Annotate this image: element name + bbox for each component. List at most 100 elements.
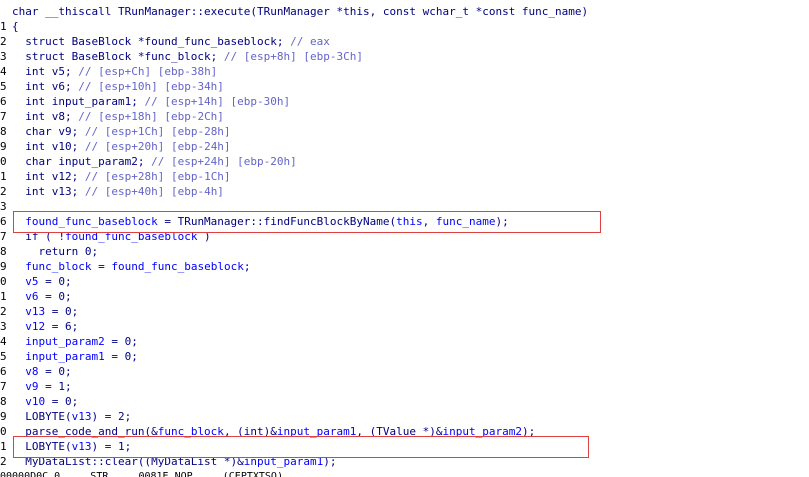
code-token: ); bbox=[495, 215, 509, 228]
line-number: 3 bbox=[0, 200, 7, 213]
code-token: char __thiscall TRunManager::execute(TRu… bbox=[12, 5, 589, 18]
code-identifier[interactable]: func_block bbox=[12, 260, 91, 273]
line-number: 8 bbox=[0, 245, 7, 258]
code-text: return 0; bbox=[12, 244, 98, 259]
pseudocode-view[interactable]: char __thiscall TRunManager::execute(TRu… bbox=[0, 0, 809, 477]
code-token: char input_param2; bbox=[12, 155, 152, 168]
code-identifier[interactable]: found_func_baseblock bbox=[111, 260, 243, 273]
code-token: = bbox=[91, 260, 112, 273]
code-identifier[interactable]: v13 bbox=[12, 305, 45, 318]
line-number: 0 bbox=[0, 155, 7, 168]
line-number: 1 bbox=[0, 290, 7, 303]
code-identifier[interactable]: input_param1 bbox=[12, 350, 104, 363]
code-identifier[interactable]: this bbox=[396, 215, 423, 228]
code-token: ); bbox=[521, 425, 536, 438]
code-identifier[interactable]: v6 bbox=[12, 290, 38, 303]
line-number: 1 bbox=[0, 440, 7, 453]
code-comment: // [esp+28h] [ebp-1Ch] bbox=[84, 170, 231, 183]
code-token: , (int)& bbox=[223, 425, 277, 438]
code-text: v8 = 0; bbox=[12, 364, 72, 379]
code-token: parse_code_and_run(& bbox=[12, 425, 158, 438]
code-token: = 0; bbox=[38, 275, 72, 288]
code-identifier[interactable]: v8 bbox=[12, 365, 38, 378]
code-identifier[interactable]: func_block bbox=[158, 425, 224, 438]
line-number: 6 bbox=[0, 215, 7, 228]
code-text: { bbox=[12, 19, 19, 34]
code-text: v12 = 6; bbox=[12, 319, 78, 334]
code-text: v9 = 1; bbox=[12, 379, 71, 394]
code-token: = 0; bbox=[45, 305, 79, 318]
code-token: = 6; bbox=[45, 320, 79, 333]
code-identifier[interactable]: v12 bbox=[12, 320, 45, 333]
line-number: 0 bbox=[0, 425, 7, 438]
code-comment: // [esp+8h] [ebp-3Ch] bbox=[223, 50, 363, 63]
line-number: 7 bbox=[0, 110, 7, 123]
code-identifier[interactable]: found_func_baseblock bbox=[12, 215, 157, 228]
code-token: = 0; bbox=[38, 290, 72, 303]
line-number: 4 bbox=[0, 65, 7, 78]
code-token: return 0; bbox=[12, 245, 99, 258]
code-text: v13 = 0; bbox=[12, 304, 78, 319]
code-comment: // [esp+40h] [ebp-4h] bbox=[84, 185, 224, 198]
code-comment: // [esp+14h] [ebp-30h] bbox=[144, 95, 291, 108]
line-number: 2 bbox=[0, 185, 7, 198]
code-token: char v9; bbox=[12, 125, 85, 138]
code-text: int v12; // [esp+28h] [ebp-1Ch] bbox=[12, 169, 231, 184]
code-comment: // [esp+24h] [ebp-20h] bbox=[151, 155, 297, 168]
code-text: int v6; // [esp+10h] [ebp-34h] bbox=[12, 79, 224, 94]
code-token: int v13; bbox=[12, 185, 85, 198]
code-token: ; bbox=[243, 260, 251, 273]
code-identifier[interactable]: v5 bbox=[12, 275, 38, 288]
code-identifier[interactable]: found_func_baseblock bbox=[65, 230, 197, 243]
code-token: ) = 2; bbox=[91, 410, 132, 423]
code-token: ) = 1; bbox=[91, 440, 132, 453]
code-text: LOBYTE(v13) = 2; bbox=[12, 409, 131, 424]
code-comment: // [esp+18h] [ebp-2Ch] bbox=[78, 110, 224, 123]
code-token: , bbox=[422, 215, 436, 228]
code-identifier[interactable]: v9 bbox=[12, 380, 38, 393]
code-token: int v10; bbox=[12, 140, 85, 153]
code-token: LOBYTE( bbox=[12, 410, 72, 423]
code-identifier[interactable]: input_param1 bbox=[277, 425, 356, 438]
code-identifier[interactable]: input_param1 bbox=[244, 455, 323, 468]
code-text: v5 = 0; bbox=[12, 274, 72, 289]
code-token: struct BaseBlock *found_func_baseblock; bbox=[12, 35, 291, 48]
code-identifier[interactable]: v13 bbox=[72, 410, 92, 423]
line-number: 3 bbox=[0, 320, 7, 333]
code-text: struct BaseBlock *func_block; // [esp+8h… bbox=[12, 49, 363, 64]
code-token: = TRunManager::findFuncBlockByName( bbox=[157, 215, 397, 228]
code-token: ); bbox=[323, 455, 337, 468]
line-number: 2 bbox=[0, 455, 7, 468]
line-number: 6 bbox=[0, 95, 7, 108]
code-token: if ( ! bbox=[12, 230, 65, 243]
code-identifier[interactable]: v10 bbox=[12, 395, 45, 408]
code-text: input_param2 = 0; bbox=[12, 334, 138, 349]
code-text: found_func_baseblock = TRunManager::find… bbox=[12, 214, 509, 229]
code-text: func_block = found_func_baseblock; bbox=[12, 259, 250, 274]
status-bar-text: 00000D0C 0 ... STR ... 0081E NOP ... (CE… bbox=[0, 472, 809, 477]
code-token: int v12; bbox=[12, 170, 85, 183]
code-token: int v5; bbox=[12, 65, 79, 78]
code-comment: // [esp+10h] [ebp-34h] bbox=[78, 80, 224, 93]
code-token: = 0; bbox=[38, 365, 72, 378]
code-identifier[interactable]: input_param2 bbox=[443, 425, 522, 438]
line-number: 1 bbox=[0, 20, 7, 33]
code-token: = 0; bbox=[45, 395, 79, 408]
code-token: ) bbox=[197, 230, 211, 243]
code-text: int v5; // [esp+Ch] [ebp-38h] bbox=[12, 64, 217, 79]
line-number: 7 bbox=[0, 380, 7, 393]
code-text: MyDataList::clear((MyDataList *)&input_p… bbox=[12, 454, 337, 469]
line-number: 9 bbox=[0, 260, 7, 273]
code-token: , (TValue *)& bbox=[356, 425, 443, 438]
code-token: = 0; bbox=[104, 335, 138, 348]
line-number: 5 bbox=[0, 80, 7, 93]
line-number: 8 bbox=[0, 125, 7, 138]
code-identifier[interactable]: v13 bbox=[72, 440, 92, 453]
code-token: int input_param1; bbox=[12, 95, 145, 108]
code-identifier[interactable]: func_name bbox=[436, 215, 496, 228]
line-number: 6 bbox=[0, 365, 7, 378]
code-token: struct BaseBlock *func_block; bbox=[12, 50, 224, 63]
code-comment: // [esp+1Ch] [ebp-28h] bbox=[84, 125, 231, 138]
line-number: 9 bbox=[0, 410, 7, 423]
code-identifier[interactable]: input_param2 bbox=[12, 335, 104, 348]
